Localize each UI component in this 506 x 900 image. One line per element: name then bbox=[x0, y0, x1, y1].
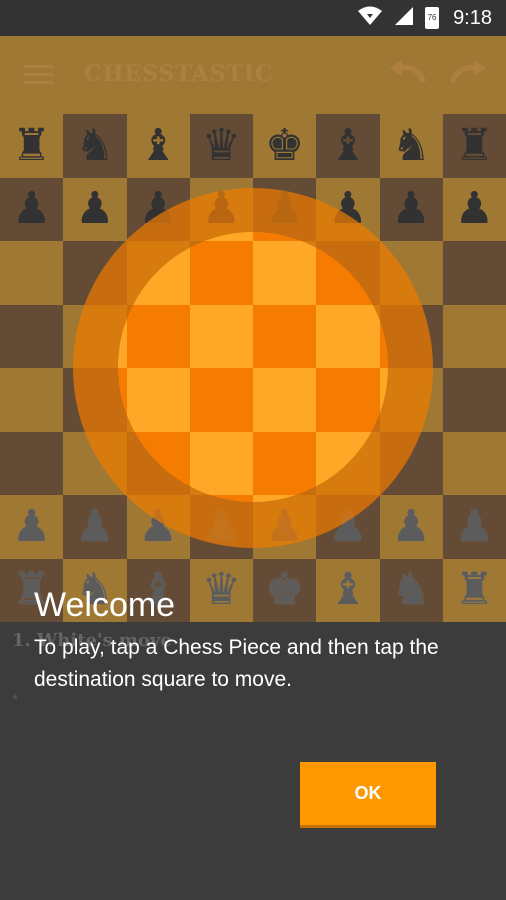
spotlight-square bbox=[379, 368, 388, 432]
spotlight-square bbox=[253, 241, 317, 305]
spotlight-square bbox=[118, 232, 127, 241]
tutorial-title: Welcome bbox=[34, 586, 176, 624]
spotlight-square bbox=[118, 431, 127, 495]
spotlight-square bbox=[118, 241, 127, 305]
spotlight-square bbox=[189, 241, 253, 305]
spotlight-square bbox=[379, 495, 388, 502]
spotlight-square bbox=[316, 495, 380, 502]
spotlight-square bbox=[253, 495, 317, 502]
spotlight-square bbox=[316, 241, 380, 305]
spotlight-square bbox=[118, 495, 127, 502]
spotlight-square bbox=[126, 232, 190, 241]
spotlight-square bbox=[379, 241, 388, 305]
spotlight-square bbox=[189, 304, 253, 368]
spotlight-square bbox=[189, 232, 253, 241]
spotlight-square bbox=[316, 431, 380, 495]
spotlight-square bbox=[316, 232, 380, 241]
spotlight-square bbox=[379, 304, 388, 368]
spotlight-square bbox=[253, 431, 317, 495]
status-bar: 76 9:18 bbox=[0, 0, 506, 36]
spotlight-square bbox=[316, 368, 380, 432]
status-time: 9:18 bbox=[453, 6, 492, 29]
spotlight-square bbox=[189, 495, 253, 502]
spotlight-square bbox=[253, 304, 317, 368]
spotlight-target[interactable] bbox=[118, 232, 388, 502]
ok-button[interactable]: OK bbox=[300, 762, 436, 828]
cell-signal-icon bbox=[393, 6, 415, 31]
spotlight-square bbox=[126, 431, 190, 495]
battery-level: 76 bbox=[427, 13, 437, 22]
battery-icon: 76 bbox=[425, 7, 440, 29]
spotlight-square bbox=[126, 304, 190, 368]
spotlight-square bbox=[118, 304, 127, 368]
spotlight-square bbox=[316, 304, 380, 368]
spotlight-square bbox=[126, 241, 190, 305]
spotlight-square bbox=[189, 368, 253, 432]
spotlight-square bbox=[189, 431, 253, 495]
spotlight-square bbox=[253, 368, 317, 432]
tutorial-body: To play, tap a Chess Piece and then tap … bbox=[34, 636, 439, 691]
spotlight-square bbox=[379, 232, 388, 241]
spotlight-square bbox=[253, 232, 317, 241]
spotlight-square bbox=[379, 431, 388, 495]
spotlight-square bbox=[118, 368, 127, 432]
spotlight-square bbox=[126, 368, 190, 432]
spotlight-square bbox=[126, 495, 190, 502]
wifi-icon bbox=[357, 6, 383, 31]
